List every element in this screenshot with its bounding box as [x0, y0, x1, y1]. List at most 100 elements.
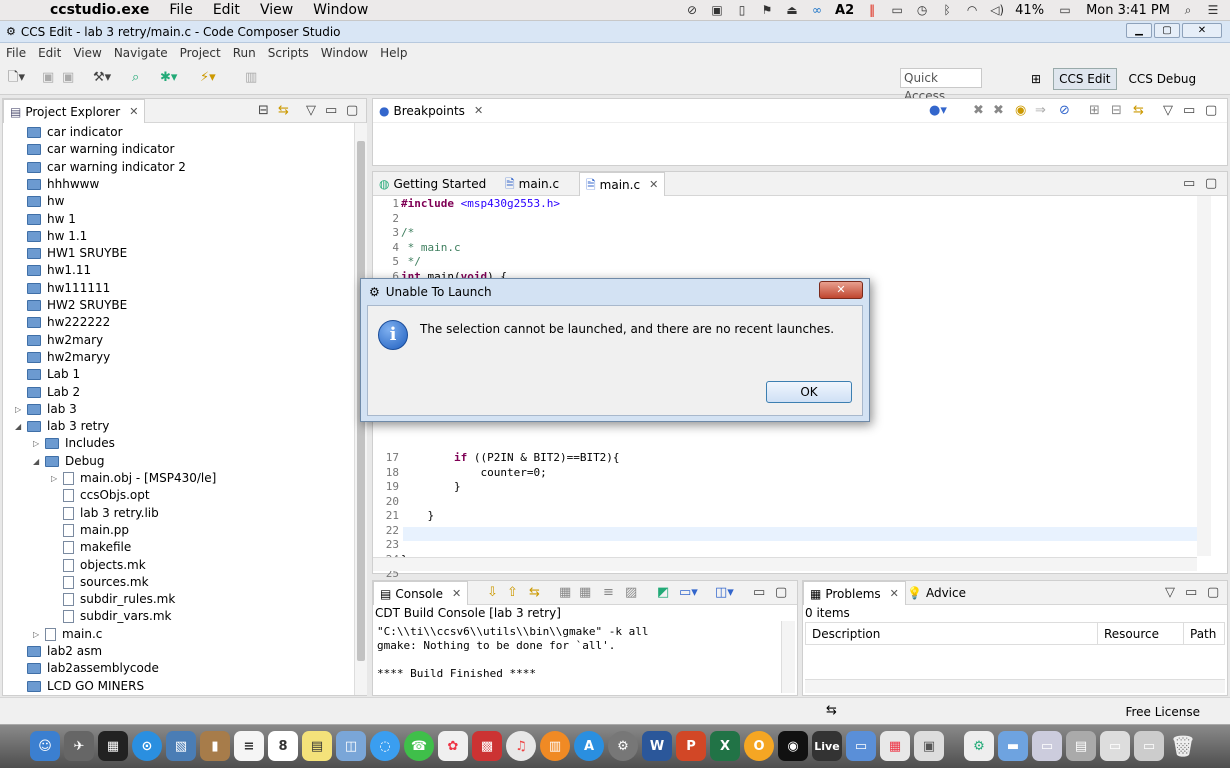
- battery-icon[interactable]: ▭: [1055, 3, 1075, 17]
- excel-icon[interactable]: X: [710, 731, 740, 761]
- scroll-down-icon[interactable]: ⇩: [487, 584, 498, 602]
- search-icon[interactable]: ⌕: [132, 69, 139, 87]
- menu-edit[interactable]: Edit: [32, 46, 67, 60]
- copy-icon[interactable]: ▦: [559, 584, 571, 602]
- scroll-lock-icon[interactable]: ⇆: [529, 584, 540, 602]
- tree-item[interactable]: car warning indicator 2: [15, 159, 186, 176]
- tree-item[interactable]: main.pp: [51, 522, 129, 539]
- tree-item[interactable]: ▷ lab 3: [15, 401, 77, 418]
- code-line[interactable]: 21 }: [373, 509, 434, 523]
- tree-item[interactable]: ◢ Debug: [33, 453, 104, 470]
- tree-item[interactable]: ▷ main.obj - [MSP430/le]: [51, 470, 216, 487]
- close-tab-icon[interactable]: ✕: [649, 173, 658, 197]
- app-menu[interactable]: ccstudio.exe: [40, 2, 159, 18]
- menu-view[interactable]: View: [67, 46, 107, 60]
- menu-window[interactable]: Window: [315, 46, 374, 60]
- problems-view-menu-icon[interactable]: ▽: [1165, 584, 1175, 602]
- tree-item[interactable]: hw2mary: [15, 332, 103, 349]
- code-line[interactable]: 1 #include <msp430g2553.h>: [373, 197, 560, 211]
- build-icon[interactable]: ⚒▾: [93, 69, 111, 87]
- battery-percent[interactable]: 41%: [1015, 3, 1044, 18]
- office-icon[interactable]: ▦: [880, 731, 910, 761]
- code-line[interactable]: 23: [373, 538, 401, 552]
- tree-expand-icon[interactable]: ▷: [33, 626, 43, 643]
- toggle-icon[interactable]: ▥: [245, 69, 257, 87]
- documents-stack-icon[interactable]: ▭: [1032, 731, 1062, 761]
- tab-project-explorer[interactable]: ▤ Project Explorer ✕: [3, 99, 146, 124]
- ok-button[interactable]: OK: [766, 381, 852, 403]
- contacts-icon[interactable]: ▮: [200, 731, 230, 761]
- tree-item[interactable]: lab2 asm: [15, 643, 102, 660]
- maximize-view-icon[interactable]: ▢: [346, 102, 358, 120]
- console-maximize-icon[interactable]: ▢: [775, 584, 787, 602]
- close-tab-icon[interactable]: ✕: [474, 99, 483, 123]
- tab-problems[interactable]: ▦ Problems ✕: [803, 581, 906, 605]
- tree-expand-icon[interactable]: ◢: [33, 453, 43, 470]
- show-breakpoints-icon[interactable]: ◉: [1015, 102, 1026, 120]
- tree-item[interactable]: lab2assemblycode: [15, 660, 159, 677]
- scroll-up-icon[interactable]: ⇧: [507, 584, 518, 602]
- mac-menu-file[interactable]: File: [159, 2, 202, 18]
- open-console-icon[interactable]: ◩: [657, 584, 669, 602]
- perspective-ccs-debug[interactable]: CCS Debug: [1123, 68, 1203, 90]
- minimize-button[interactable]: ▁: [1126, 23, 1152, 38]
- maximize-button[interactable]: ▢: [1154, 23, 1180, 38]
- trash-icon[interactable]: 🗑: [1168, 731, 1198, 761]
- close-tab-icon[interactable]: ✕: [890, 582, 899, 606]
- menu-help[interactable]: Help: [374, 46, 413, 60]
- bp-maximize-icon[interactable]: ▢: [1205, 102, 1217, 120]
- column-resource[interactable]: Resource: [1097, 622, 1184, 645]
- clock[interactable]: Mon 3:41 PM: [1086, 3, 1170, 18]
- code-line[interactable]: 2: [373, 212, 401, 226]
- open-perspective-icon[interactable]: ⊞: [1025, 68, 1047, 90]
- tab-getting-started[interactable]: ◍ Getting Started: [373, 172, 492, 196]
- menu-file[interactable]: File: [0, 46, 32, 60]
- tree-item[interactable]: lab 3 retry.lib: [51, 505, 159, 522]
- go-to-file-icon[interactable]: ⇒: [1035, 102, 1046, 120]
- tree-item[interactable]: hw222222: [15, 314, 110, 331]
- window-app-icon[interactable]: ▭: [846, 731, 876, 761]
- close-tab-icon[interactable]: ✕: [129, 100, 138, 124]
- tree-item[interactable]: car warning indicator: [15, 141, 174, 158]
- status-clipboard-icon[interactable]: ▯: [735, 3, 749, 17]
- mac-menu-view[interactable]: View: [250, 2, 303, 18]
- status-adobe-icon[interactable]: A2: [835, 3, 854, 18]
- problems-horizontal-scrollbar[interactable]: [805, 679, 1225, 693]
- audio-app-icon[interactable]: ◉: [778, 731, 808, 761]
- tree-expand-icon[interactable]: ▷: [33, 435, 43, 452]
- word-icon[interactable]: W: [642, 731, 672, 761]
- new-breakpoint-icon[interactable]: ●▾: [929, 102, 947, 120]
- tree-item[interactable]: makefile: [51, 539, 131, 556]
- tree-item[interactable]: objects.mk: [51, 557, 146, 574]
- code-line[interactable]: 22: [373, 524, 401, 538]
- code-line[interactable]: 18 counter=0;: [373, 466, 547, 480]
- tab-breakpoints[interactable]: ● Breakpoints ✕: [373, 99, 489, 123]
- photo-booth-2-icon[interactable]: ▩: [472, 731, 502, 761]
- view-menu-icon[interactable]: ▽: [306, 102, 316, 120]
- tree-item[interactable]: LCD GO MINERS: [15, 678, 144, 695]
- tab-advice[interactable]: 💡 Advice: [901, 581, 972, 605]
- tree-item[interactable]: hw2maryy: [15, 349, 110, 366]
- expand-all-icon[interactable]: ⊞: [1089, 102, 1100, 120]
- close-tab-icon[interactable]: ✕: [452, 582, 461, 606]
- bp-view-menu-icon[interactable]: ▽: [1163, 102, 1173, 120]
- tree-item[interactable]: hw111111: [15, 280, 110, 297]
- code-line[interactable]: 3/*: [373, 226, 414, 240]
- code-line[interactable]: 19 }: [373, 480, 461, 494]
- menu-navigate[interactable]: Navigate: [108, 46, 174, 60]
- system-preferences-icon[interactable]: ⚙: [608, 731, 638, 761]
- collapse-all-bp-icon[interactable]: ⊟: [1111, 102, 1122, 120]
- code-line[interactable]: 17 if ((P2IN & BIT2)==BIT2){: [373, 451, 620, 465]
- column-description[interactable]: Description: [805, 622, 1098, 645]
- outlook-icon[interactable]: O: [744, 731, 774, 761]
- close-window-button[interactable]: ✕: [1182, 23, 1222, 38]
- messages-icon[interactable]: ◌: [370, 731, 400, 761]
- mission-control-icon[interactable]: ▦: [98, 731, 128, 761]
- downloads-stack-icon[interactable]: ▤: [1066, 731, 1096, 761]
- ccs-dock-icon[interactable]: ⚙: [964, 731, 994, 761]
- code-line[interactable]: 5 */: [373, 255, 421, 269]
- status-app-icon[interactable]: ▣: [710, 3, 724, 17]
- launchpad-icon[interactable]: ✈: [64, 731, 94, 761]
- spotlight-icon[interactable]: ⌕: [1181, 3, 1195, 17]
- tree-item[interactable]: HW2 SRUYBE: [15, 297, 127, 314]
